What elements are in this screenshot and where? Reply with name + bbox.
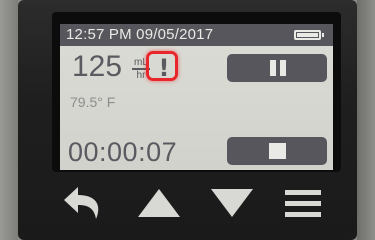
stop-button[interactable] [227,137,327,165]
device-edge-right [357,0,375,240]
battery-fill [297,33,318,37]
back-arrow-icon [64,187,99,219]
battery-icon [294,30,324,40]
status-bar: 12:57 PM 09/05/2017 [60,24,333,46]
menu-button[interactable] [279,181,329,225]
alert-icon[interactable]: ! [149,54,179,82]
down-button[interactable] [207,181,257,225]
temperature-label: 79.5° F [70,94,116,110]
down-arrow-icon [211,189,253,217]
stop-icon [269,143,286,159]
datetime-label: 12:57 PM 09/05/2017 [66,26,214,43]
up-arrow-icon [138,189,180,217]
elapsed-timer: 00:00:07 [68,137,178,167]
display-screen: 12:57 PM 09/05/2017 125 mL hr ! 79.5° F … [60,24,333,170]
back-button[interactable] [60,181,110,225]
pause-icon [270,60,286,76]
menu-icon [285,190,321,217]
up-button[interactable] [134,181,184,225]
device-edge-left [0,0,18,240]
pause-button[interactable] [227,54,327,82]
rate-value: 125 [72,50,123,83]
rate-unit-bottom: hr [136,70,146,81]
